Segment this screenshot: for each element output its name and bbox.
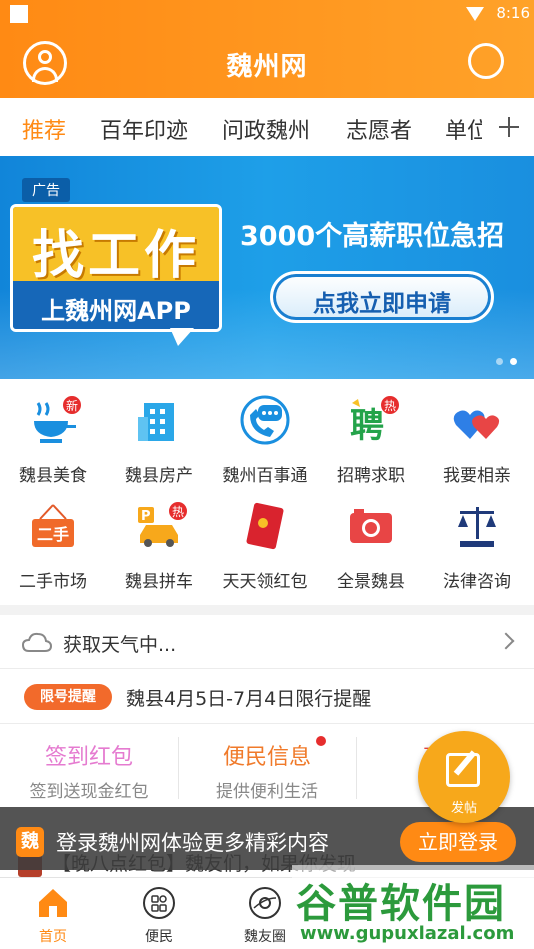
feature-subtitle: 签到送现金红包: [29, 782, 149, 802]
banner-headline: 3000个高薪职位急招: [240, 221, 505, 252]
grid-item-label: 我要相亲: [443, 466, 511, 486]
red-envelope-icon: [246, 502, 284, 550]
carousel-indicator: [496, 350, 524, 369]
grid-item-infoline[interactable]: 魏州百事通: [212, 379, 318, 489]
chevron-right-icon: [497, 632, 515, 650]
feature-title: 签到红包: [44, 745, 133, 770]
grid-item-label: 魏县美食: [19, 466, 87, 486]
status-bar: 8:16: [0, 0, 534, 28]
app-logo: 魏: [16, 827, 44, 857]
apps-grid-icon: [143, 887, 175, 919]
feature-signin[interactable]: 签到红包 签到送现金红包: [0, 725, 178, 807]
wifi-icon: [466, 7, 484, 21]
post-fab-label: 发帖: [450, 801, 477, 816]
login-prompt-text: 登录魏州网体验更多精彩内容: [56, 831, 329, 855]
weather-status: 获取天气中...: [63, 634, 177, 656]
limit-badge: 限号提醒: [24, 684, 112, 710]
grid-item-housing[interactable]: 魏县房产: [106, 379, 212, 489]
channel-tabs: 推荐 百年印迹 问政魏州 志愿者 单位: [0, 98, 534, 156]
grid-item-label: 魏县房产: [125, 466, 193, 486]
watermark-url: www.gupuxlazal.com: [300, 923, 515, 944]
grid-item-label: 全景魏县: [337, 572, 405, 592]
svg-text:二手: 二手: [37, 525, 69, 544]
post-fab-button[interactable]: 发帖: [418, 731, 510, 823]
grid-item-panorama[interactable]: 全景魏县: [318, 485, 424, 595]
login-button[interactable]: 立即登录: [400, 822, 516, 862]
tab-volunteers[interactable]: 志愿者: [346, 113, 412, 145]
grid-item-carpool[interactable]: P 热 魏县拼车: [106, 485, 212, 595]
limit-text: 魏县4月5日-7月4日限行提醒: [126, 688, 372, 710]
tab-recommend[interactable]: 推荐: [22, 113, 66, 145]
ad-banner[interactable]: 找工作 上魏州网APP 广告 3000个高薪职位急招 点我立即申请: [0, 156, 534, 379]
nav-label: 首页: [39, 929, 67, 945]
nav-home[interactable]: 首页: [0, 878, 106, 949]
banner-bubble-title: 找工作: [31, 226, 200, 286]
traffic-limit-notice[interactable]: 限号提醒 魏县4月5日-7月4日限行提醒: [0, 670, 534, 724]
new-badge: 新: [62, 395, 83, 415]
home-icon: [39, 889, 67, 917]
search-icon[interactable]: [466, 41, 508, 83]
grid-item-label: 二手市场: [19, 572, 87, 592]
app-header: 8:16 魏州网: [0, 0, 534, 98]
secondhand-sign-icon: 二手: [32, 504, 74, 547]
service-grid: 新 魏县美食 魏县房产 魏州百事通 聘 热 招聘求职 我要相亲 二手 二手市场 …: [0, 379, 534, 605]
tab-politics[interactable]: 问政魏州: [222, 113, 310, 145]
banner-apply-button[interactable]: 点我立即申请: [270, 271, 494, 323]
carousel-dot-active[interactable]: [510, 358, 517, 365]
nav-convenience[interactable]: 便民: [106, 878, 212, 949]
notification-icon: [10, 5, 28, 23]
grid-item-label: 魏县拼车: [125, 572, 193, 592]
grid-item-label: 魏州百事通: [222, 466, 308, 486]
svg-text:聘: 聘: [350, 406, 384, 445]
banner-bubble-sub: 上魏州网APP: [41, 297, 191, 325]
unread-dot: [316, 736, 326, 746]
section-divider: [0, 605, 534, 615]
grid-item-legal[interactable]: 法律咨询: [424, 485, 530, 595]
banner-bubble: 找工作 上魏州网APP: [10, 204, 222, 332]
hot-badge: 热: [380, 395, 401, 415]
grid-item-label: 天天领红包: [222, 572, 308, 592]
tab-century-marks[interactable]: 百年印迹: [100, 113, 188, 145]
banner-apply-label: 点我立即申请: [313, 291, 451, 317]
feature-title: 便民信息: [222, 745, 311, 770]
scales-icon: [458, 507, 496, 547]
planet-icon: [249, 887, 281, 919]
watermark-title: 谷普软件园: [296, 881, 506, 927]
nav-label: 便民: [145, 929, 173, 945]
add-channel-plus-icon[interactable]: [482, 98, 534, 156]
page-title: 魏州网: [226, 52, 308, 82]
ad-tag: 广告: [22, 178, 70, 202]
grid-item-recruit[interactable]: 聘 热 招聘求职: [318, 379, 424, 489]
grid-item-label: 招聘求职: [337, 466, 405, 486]
grid-item-secondhand[interactable]: 二手 二手市场: [0, 485, 106, 595]
hearts-icon: [453, 410, 500, 439]
svg-text:P: P: [141, 509, 151, 524]
hot-badge: 热: [168, 501, 189, 521]
building-icon: [138, 403, 174, 441]
carousel-dot[interactable]: [496, 358, 503, 365]
grid-item-red-envelope[interactable]: 天天领红包: [212, 485, 318, 595]
grid-item-dating[interactable]: 我要相亲: [424, 379, 530, 489]
grid-item-food[interactable]: 新 魏县美食: [0, 379, 106, 489]
camera-icon: [350, 509, 392, 543]
search-ring-shape: [468, 43, 504, 79]
grid-item-label: 法律咨询: [443, 572, 511, 592]
phone-chat-icon: [240, 395, 290, 445]
top-bar: 魏州网: [0, 28, 534, 98]
feature-subtitle: 提供便利生活: [216, 782, 318, 802]
cloud-icon: [22, 632, 52, 652]
status-time: 8:16: [496, 4, 530, 22]
weather-row[interactable]: 获取天气中...: [0, 615, 534, 669]
feature-convenience[interactable]: 便民信息 提供便利生活: [178, 725, 356, 807]
site-watermark: 谷普软件园 www.gupuxlazal.com: [292, 865, 534, 949]
